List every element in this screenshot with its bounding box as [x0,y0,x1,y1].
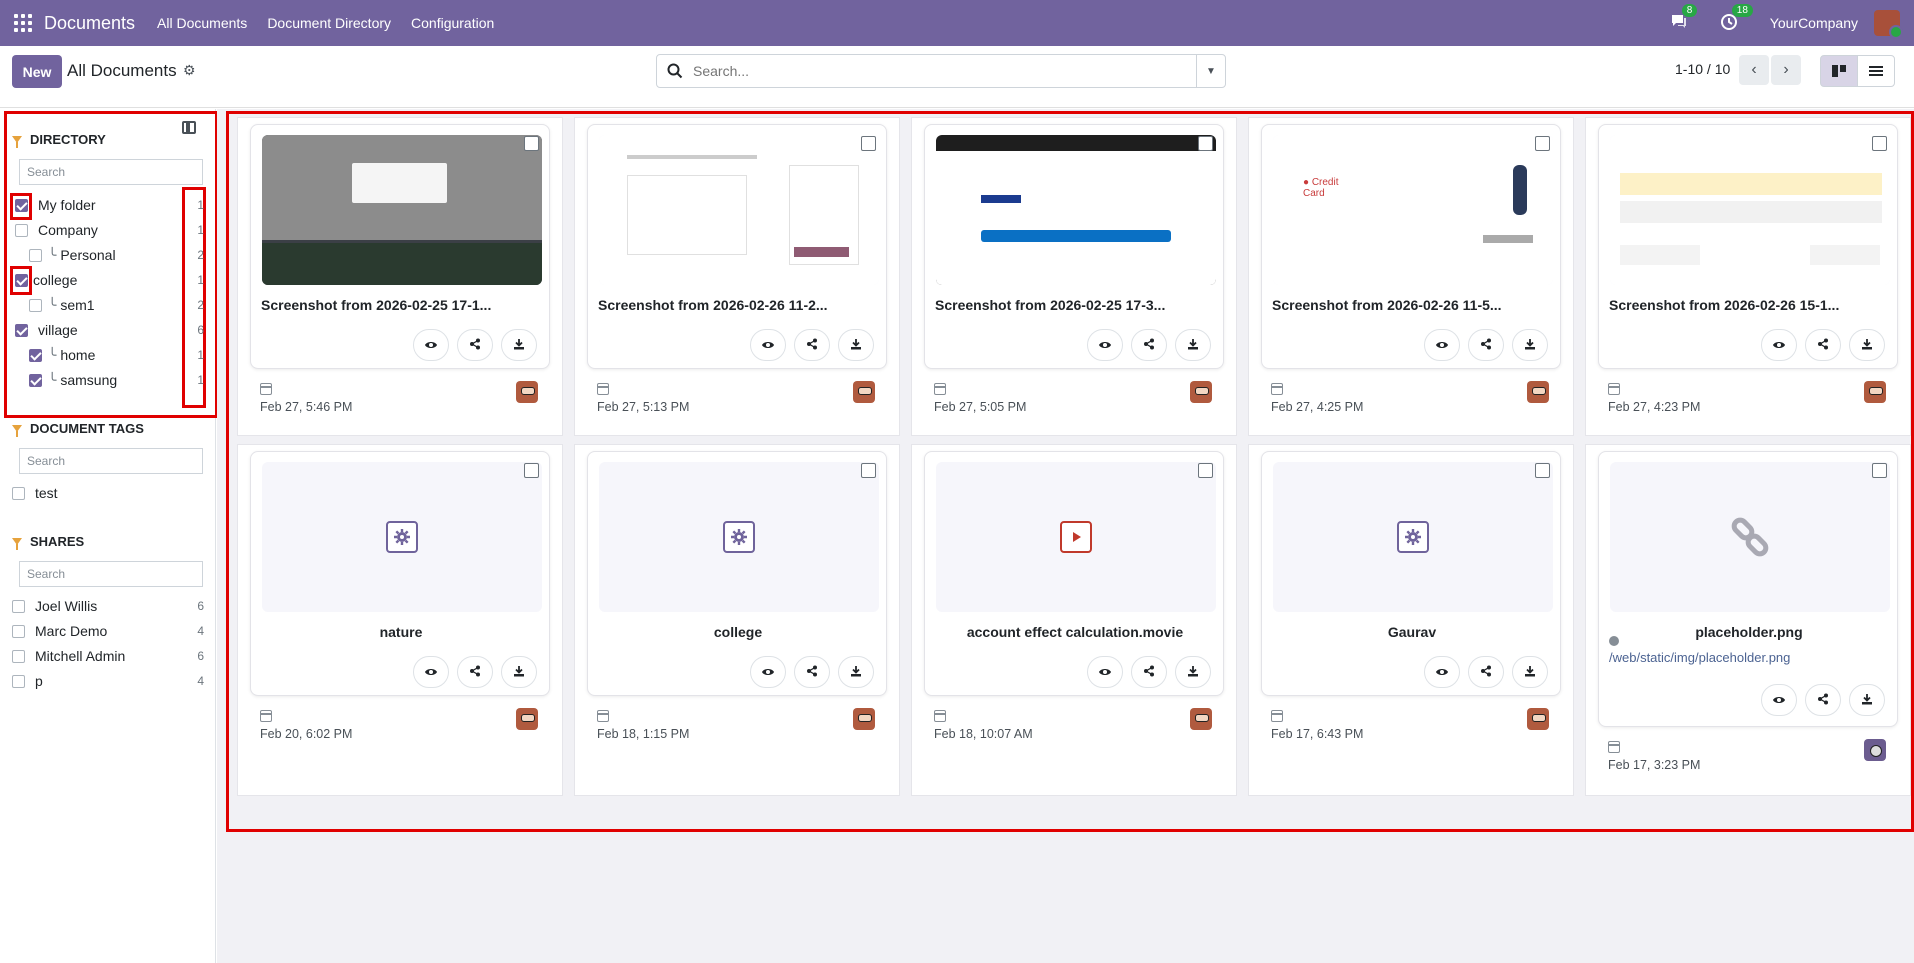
checkbox[interactable] [29,298,42,312]
company-switcher[interactable]: YourCompany [1770,15,1858,31]
checkbox[interactable] [15,223,28,237]
app-menu-icon[interactable] [14,14,32,32]
top-navbar: Documents All Documents Document Directo… [0,0,1914,46]
checkbox[interactable] [12,649,25,663]
checkbox[interactable] [15,198,28,212]
share-item[interactable]: Marc Demo 4 [12,620,204,642]
pager-value[interactable]: 1-10 / 10 [1675,61,1730,77]
pager-previous-button[interactable]: ‹ [1739,55,1769,85]
search-options-toggle[interactable]: ▼ [1196,55,1225,87]
search-input[interactable] [693,63,1196,79]
directory-item-home[interactable]: ╰ home 1 [29,344,204,366]
gear-icon[interactable]: ⚙ [183,62,196,79]
app-title[interactable]: Documents [44,13,135,34]
collapse-sidebar-icon[interactable] [182,121,196,134]
checkbox[interactable] [12,624,25,638]
tag-item-test[interactable]: test [12,482,204,504]
search-bar: ▼ [656,54,1226,88]
directory-item-college[interactable]: college 1 [15,269,204,291]
messages-badge: 8 [1681,4,1698,17]
shares-header: SHARES [12,534,84,550]
filter-icon [12,136,22,148]
directory-item-personal[interactable]: ╰ Personal 2 [29,244,204,266]
checkbox[interactable] [12,674,25,688]
checkbox[interactable] [29,348,42,362]
checkbox[interactable] [15,273,28,287]
tags-search-input[interactable]: Search [19,448,203,474]
directory-item-village[interactable]: village 6 [15,319,204,341]
menu-all-documents[interactable]: All Documents [157,15,247,31]
kanban-view-button[interactable] [1820,55,1858,87]
menu-configuration[interactable]: Configuration [411,15,494,31]
share-item[interactable]: Mitchell Admin 6 [12,645,204,667]
checkbox[interactable] [29,248,42,262]
directory-item-samsung[interactable]: ╰ samsung 1 [29,369,204,391]
list-icon [1869,66,1883,76]
document-tags-header: DOCUMENT TAGS [12,421,144,437]
filter-icon [12,538,22,550]
directory-item-sem1[interactable]: ╰ sem1 2 [29,294,204,316]
user-avatar[interactable] [1874,10,1903,39]
share-item[interactable]: p4 [12,670,204,692]
messages-icon[interactable]: 8 [1670,4,1698,33]
activity-badge: 18 [1731,4,1753,17]
shares-search-input[interactable]: Search [19,561,203,587]
search-icon [667,63,683,79]
activity-clock-icon[interactable]: 18 [1720,4,1753,33]
checkbox[interactable] [15,323,28,337]
new-button[interactable]: New [12,55,62,88]
control-panel: New All Documents ⚙ ▼ 1-10 / 10 ‹ › [0,46,1914,108]
directory-header: DIRECTORY [12,132,106,148]
directory-item-company[interactable]: Company 1 [15,219,204,241]
share-item[interactable]: Joel Willis 6 [12,595,204,617]
breadcrumb: All Documents [67,61,177,80]
checkbox[interactable] [29,373,42,387]
list-view-button[interactable] [1857,55,1895,87]
highlight-kanban-box [226,111,1914,832]
menu-document-directory[interactable]: Document Directory [267,15,391,31]
kanban-icon [1832,65,1846,77]
pager-next-button[interactable]: › [1771,55,1801,85]
directory-item-my-folder[interactable]: My folder 1 [15,194,204,216]
directory-search-input[interactable]: Search [19,159,203,185]
filter-icon [12,425,22,437]
checkbox[interactable] [12,486,25,500]
checkbox[interactable] [12,599,25,613]
